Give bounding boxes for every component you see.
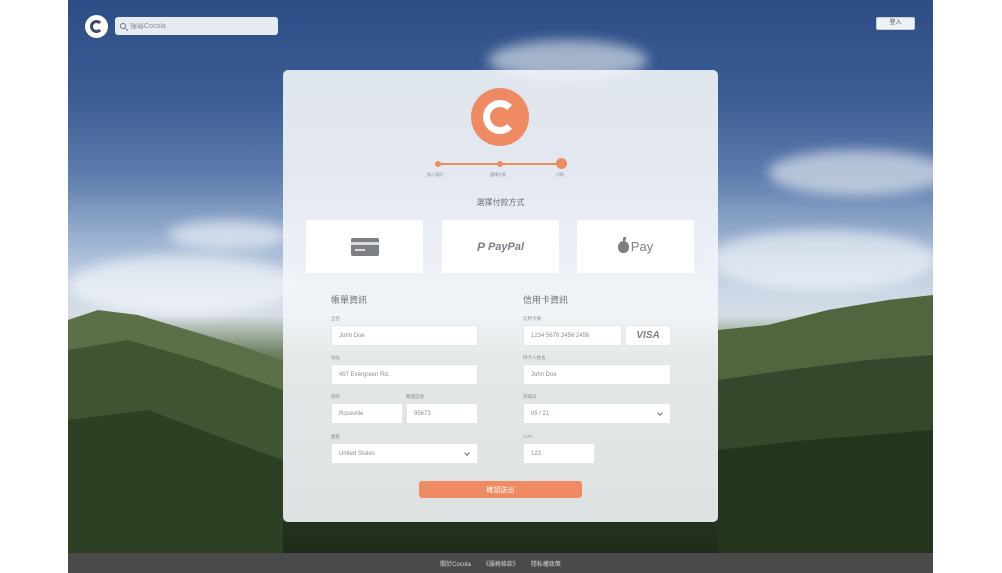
cvv-label: CVV bbox=[523, 434, 533, 439]
city-label: 城市 bbox=[331, 394, 340, 399]
holder-label: 持卡人姓名 bbox=[523, 355, 546, 360]
holder-field[interactable]: John Doe bbox=[523, 364, 671, 385]
credit-card-icon bbox=[350, 237, 379, 256]
expiry-select[interactable]: 05 / 21 bbox=[523, 403, 671, 424]
applepay-option[interactable]: Pay bbox=[577, 220, 694, 273]
cocola-logo-icon[interactable] bbox=[85, 15, 108, 38]
chevron-down-icon bbox=[464, 450, 470, 456]
visa-badge: VISA bbox=[625, 325, 671, 346]
city-field[interactable]: Roseville bbox=[331, 403, 403, 424]
country-value: United States bbox=[339, 450, 376, 457]
address-field[interactable]: 497 Evergreen Rd. bbox=[331, 364, 478, 385]
country-label: 國家 bbox=[331, 434, 340, 439]
search-bar[interactable] bbox=[115, 17, 278, 35]
credit-card-option[interactable] bbox=[306, 220, 423, 273]
address-label: 地址 bbox=[331, 355, 340, 360]
page: 登入 個人資訊 選擇方案 付款 選擇付款方式 P PayPal bbox=[68, 0, 933, 573]
footer-link-privacy[interactable]: 隱私權政策 bbox=[531, 559, 561, 568]
step-dot-2 bbox=[497, 161, 503, 167]
zip-label: 郵遞區號 bbox=[406, 394, 424, 399]
country-select[interactable]: United States bbox=[331, 443, 478, 464]
applepay-label: Pay bbox=[630, 239, 654, 254]
billing-title: 帳單資訊 bbox=[331, 295, 368, 305]
progress-stepper: 個人資訊 選擇方案 付款 bbox=[427, 158, 567, 178]
footer-link-terms[interactable]: 《服務條款》 bbox=[483, 559, 519, 568]
footer-link-about[interactable]: 關於Cocola bbox=[440, 559, 471, 568]
payment-method-title: 選擇付款方式 bbox=[476, 198, 525, 207]
zip-field[interactable]: 95673 bbox=[406, 403, 478, 424]
step-dot-3-current bbox=[556, 158, 567, 169]
step-label-1: 個人資訊 bbox=[427, 172, 443, 177]
step-dot-1 bbox=[435, 161, 441, 167]
submit-button[interactable]: 確認送出 bbox=[419, 481, 582, 498]
paypal-label: PayPal bbox=[487, 240, 525, 253]
brand-logo-icon bbox=[471, 88, 529, 146]
search-icon bbox=[120, 23, 126, 29]
expiry-value: 05 / 21 bbox=[531, 410, 550, 417]
name-field[interactable]: John Doe bbox=[331, 325, 478, 346]
checkout-card: 個人資訊 選擇方案 付款 選擇付款方式 P PayPal Pay 帳單資訊 信用… bbox=[283, 70, 718, 522]
paypal-option[interactable]: P PayPal bbox=[442, 220, 559, 273]
credit-title: 信用卡資訊 bbox=[523, 295, 569, 305]
name-label: 全名 bbox=[331, 316, 340, 321]
apple-icon bbox=[617, 236, 629, 253]
chevron-down-icon bbox=[657, 410, 663, 416]
step-label-2: 選擇方案 bbox=[490, 172, 506, 177]
card-number-field[interactable]: 1234 5678 3456 2456 bbox=[523, 325, 622, 346]
login-button[interactable]: 登入 bbox=[876, 17, 915, 30]
expiry-label: 到期日 bbox=[523, 394, 537, 399]
step-label-3: 付款 bbox=[556, 172, 564, 177]
card-number-label: 信用卡號 bbox=[523, 316, 541, 321]
cvv-field[interactable]: 123 bbox=[523, 443, 595, 464]
paypal-icon: P bbox=[476, 239, 485, 254]
search-input[interactable] bbox=[130, 22, 270, 30]
footer: 關於Cocola 《服務條款》 隱私權政策 bbox=[68, 553, 933, 573]
